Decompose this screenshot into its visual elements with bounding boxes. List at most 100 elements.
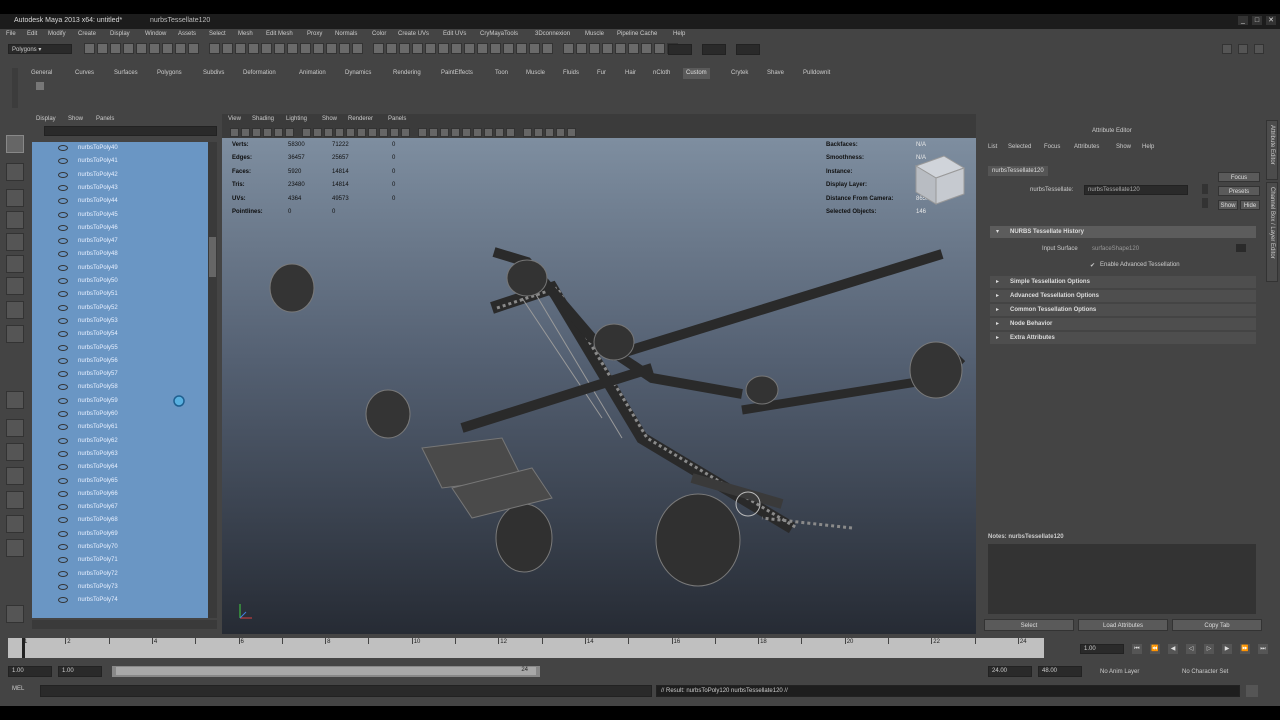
menu-muscle[interactable]: Muscle	[585, 31, 604, 37]
viewport-icon[interactable]	[429, 128, 438, 137]
tool-icon[interactable]	[412, 43, 423, 54]
list-item[interactable]: nurbsToPoly57	[32, 368, 208, 381]
menu-set-selector[interactable]: Polygons ▾	[8, 44, 72, 54]
viewport-icon[interactable]	[285, 128, 294, 137]
start-time-field[interactable]: 1.00	[8, 666, 52, 677]
ae-menu-attributes[interactable]: Attributes	[1074, 144, 1099, 150]
current-frame-field[interactable]: 1.00	[1080, 644, 1124, 654]
tool-icon[interactable]	[576, 43, 587, 54]
viewport-icon[interactable]	[545, 128, 554, 137]
viewport-icon[interactable]	[379, 128, 388, 137]
minimize-button[interactable]: _	[1238, 16, 1248, 25]
layout-icon[interactable]	[1254, 44, 1264, 54]
list-item[interactable]: nurbsToPoly73	[32, 581, 208, 594]
viewport-icon[interactable]	[506, 128, 515, 137]
list-item[interactable]: nurbsToPoly41	[32, 155, 208, 168]
playback-end-field[interactable]: 24.00	[988, 666, 1032, 677]
viewport-menu-shading[interactable]: Shading	[252, 116, 274, 122]
menu-normals[interactable]: Normals	[335, 31, 357, 37]
step-forward-key-icon[interactable]: ⏩	[1240, 644, 1250, 654]
list-item[interactable]: nurbsToPoly61	[32, 421, 208, 434]
tool-icon[interactable]	[287, 43, 298, 54]
rotate-tool-icon[interactable]	[6, 233, 24, 251]
list-item[interactable]: nurbsToPoly67	[32, 501, 208, 514]
list-item[interactable]: nurbsToPoly63	[32, 448, 208, 461]
layout-icon[interactable]	[1238, 44, 1248, 54]
tool-icon[interactable]	[373, 43, 384, 54]
viewport-icon[interactable]	[390, 128, 399, 137]
tool-icon[interactable]	[641, 43, 652, 54]
hide-button[interactable]: Hide	[1240, 200, 1260, 210]
layout-persp-icon[interactable]	[6, 467, 24, 485]
viewport-icon[interactable]	[484, 128, 493, 137]
arrow-icon[interactable]	[1202, 184, 1208, 194]
ae-menu-selected[interactable]: Selected	[1008, 144, 1031, 150]
tool-icon[interactable]	[110, 43, 121, 54]
soft-mod-icon[interactable]	[6, 325, 24, 343]
shelf-tab-general[interactable]: General	[28, 68, 55, 79]
input-field[interactable]	[702, 44, 726, 55]
list-item[interactable]: nurbsToPoly45	[32, 209, 208, 222]
layout-four-icon[interactable]	[6, 419, 24, 437]
menu-select[interactable]: Select	[209, 31, 226, 37]
tool-icon[interactable]	[123, 43, 134, 54]
tool-icon[interactable]	[261, 43, 272, 54]
maximize-button[interactable]: □	[1252, 16, 1262, 25]
playback-start-field[interactable]: 1.00	[58, 666, 102, 677]
move-tool-icon[interactable]	[6, 211, 24, 229]
step-back-frame-icon[interactable]: ◀	[1168, 644, 1178, 654]
viewport-icon[interactable]	[230, 128, 239, 137]
shelf-tab-shave[interactable]: Shave	[764, 68, 787, 79]
menu-create[interactable]: Create	[78, 31, 96, 37]
tool-icon[interactable]	[97, 43, 108, 54]
viewport-menu-view[interactable]: View	[228, 116, 241, 122]
shelf-tab-rendering[interactable]: Rendering	[390, 68, 424, 79]
menu-help[interactable]: Help	[673, 31, 685, 37]
end-time-field[interactable]: 48.00	[1038, 666, 1082, 677]
viewport-icon[interactable]	[368, 128, 377, 137]
current-time-marker[interactable]	[22, 638, 25, 658]
tool-icon[interactable]	[654, 43, 665, 54]
list-item[interactable]: nurbsToPoly44	[32, 195, 208, 208]
shelf-tab-dynamics[interactable]: Dynamics	[342, 68, 374, 79]
tool-icon[interactable]	[477, 43, 488, 54]
tool-icon[interactable]	[339, 43, 350, 54]
viewport-icon[interactable]	[523, 128, 532, 137]
menu-proxy[interactable]: Proxy	[307, 31, 322, 37]
ae-menu-focus[interactable]: Focus	[1044, 144, 1060, 150]
scale-tool-icon[interactable]	[6, 255, 24, 273]
shelf-tab-pulldownit[interactable]: Pulldownit	[800, 68, 833, 79]
menu-modify[interactable]: Modify	[48, 31, 66, 37]
list-item[interactable]: nurbsToPoly51	[32, 288, 208, 301]
outliner-toggle-icon[interactable]	[6, 605, 24, 623]
list-item[interactable]: nurbsToPoly46	[32, 222, 208, 235]
list-item[interactable]: nurbsToPoly74	[32, 594, 208, 607]
viewport-icon[interactable]	[534, 128, 543, 137]
viewport-icon[interactable]	[495, 128, 504, 137]
menu-assets[interactable]: Assets	[178, 31, 196, 37]
section-node-behavior[interactable]: ▸ Node Behavior	[990, 318, 1256, 330]
viewport-icon[interactable]	[401, 128, 410, 137]
select-button[interactable]: Select	[984, 619, 1074, 631]
input-field[interactable]	[736, 44, 760, 55]
copy-tab-button[interactable]: Copy Tab	[1172, 619, 1262, 631]
load-attributes-button[interactable]: Load Attributes	[1078, 619, 1168, 631]
list-item[interactable]: nurbsToPoly50	[32, 275, 208, 288]
tool-icon[interactable]	[529, 43, 540, 54]
tool-icon[interactable]	[235, 43, 246, 54]
tool-icon[interactable]	[628, 43, 639, 54]
time-slider[interactable]: 1 2 4 6 8 10 12 14 16 18 20 22 24	[8, 638, 1063, 658]
viewport-menu-lighting[interactable]: Lighting	[286, 116, 307, 122]
viewport-icon[interactable]	[241, 128, 250, 137]
step-forward-frame-icon[interactable]: ▶	[1222, 644, 1232, 654]
tool-icon[interactable]	[300, 43, 311, 54]
menu-edit-mesh[interactable]: Edit Mesh	[266, 31, 293, 37]
tool-icon[interactable]	[326, 43, 337, 54]
list-item[interactable]: nurbsToPoly47	[32, 235, 208, 248]
viewport-icon[interactable]	[252, 128, 261, 137]
viewport-icon[interactable]	[473, 128, 482, 137]
list-item[interactable]: nurbsToPoly72	[32, 568, 208, 581]
layout-graph-icon[interactable]	[6, 515, 24, 533]
manipulator-icon[interactable]	[6, 277, 24, 295]
viewport-icon[interactable]	[556, 128, 565, 137]
